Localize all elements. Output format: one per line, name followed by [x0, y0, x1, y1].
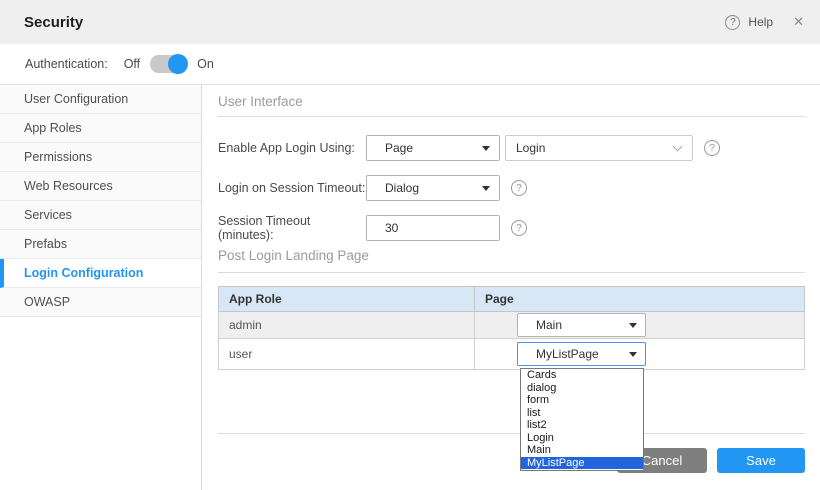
titlebar: Security ? Help ✕ — [0, 0, 820, 44]
session-timeout-minutes-input[interactable] — [366, 215, 500, 241]
authentication-bar: Authentication: Off On — [0, 44, 820, 85]
toggle-off-label: Off — [124, 57, 140, 71]
caret-down-icon — [482, 186, 490, 191]
sidebar-item-login-configuration[interactable]: Login Configuration — [0, 259, 201, 288]
session-timeout-minutes-help-icon[interactable]: ? — [511, 220, 527, 236]
authentication-label: Authentication: — [25, 57, 108, 71]
sidebar-item-services[interactable]: Services — [0, 201, 201, 230]
dropdown-option-mylistpage[interactable]: MyListPage — [521, 457, 643, 470]
footer: Cancel Save — [218, 433, 805, 473]
page-title: Security — [24, 14, 83, 31]
section-divider — [218, 272, 805, 273]
post-login-table: App Role Page admin Main — [218, 286, 805, 370]
dropdown-option-list[interactable]: list — [521, 407, 643, 420]
toggle-on-label: On — [197, 57, 214, 71]
form-row-login-using: Enable App Login Using: Page Login ? — [218, 135, 805, 161]
page-dropdown-list: Cards dialog form list list2 Login Main … — [520, 368, 644, 471]
toggle-knob — [168, 54, 188, 74]
sidebar-item-owasp[interactable]: OWASP — [0, 288, 201, 317]
sidebar-item-permissions[interactable]: Permissions — [0, 143, 201, 172]
admin-page-select[interactable]: Main — [517, 313, 646, 337]
help-link[interactable]: Help — [748, 15, 773, 29]
form-row-session-timeout-minutes: Session Timeout (minutes): ? — [218, 215, 805, 241]
user-page-select[interactable]: MyListPage — [517, 342, 646, 366]
dropdown-option-main[interactable]: Main — [521, 444, 643, 457]
table-header-row: App Role Page — [219, 287, 805, 312]
help-icon[interactable]: ? — [725, 15, 740, 30]
caret-down-icon — [629, 323, 637, 328]
form-row-session-timeout-mode: Login on Session Timeout: Dialog ? — [218, 175, 805, 201]
section-title-post-login: Post Login Landing Page — [218, 248, 805, 263]
column-header-app-role: App Role — [219, 287, 475, 312]
login-using-type-value: Page — [385, 141, 413, 155]
sidebar: User Configuration App Roles Permissions… — [0, 85, 202, 490]
user-role-cell: user — [219, 339, 475, 370]
session-timeout-mode-value: Dialog — [385, 181, 419, 195]
login-using-type-select[interactable]: Page — [366, 135, 500, 161]
dropdown-option-login[interactable]: Login — [521, 432, 643, 445]
sidebar-item-app-roles[interactable]: App Roles — [0, 114, 201, 143]
chevron-down-icon — [673, 141, 683, 151]
login-using-page-select[interactable]: Login — [505, 135, 693, 161]
session-timeout-mode-label: Login on Session Timeout: — [218, 181, 366, 195]
login-using-label: Enable App Login Using: — [218, 141, 366, 155]
dropdown-option-dialog[interactable]: dialog — [521, 382, 643, 395]
session-timeout-minutes-label: Session Timeout (minutes): — [218, 214, 366, 242]
caret-down-icon — [629, 352, 637, 357]
authentication-toggle[interactable] — [150, 55, 187, 73]
dropdown-option-list2[interactable]: list2 — [521, 419, 643, 432]
admin-page-value: Main — [536, 318, 562, 332]
user-page-value: MyListPage — [536, 347, 599, 361]
login-using-page-value: Login — [516, 141, 545, 155]
save-button[interactable]: Save — [717, 448, 805, 473]
session-timeout-mode-select[interactable]: Dialog — [366, 175, 500, 201]
login-using-help-icon[interactable]: ? — [704, 140, 720, 156]
section-divider — [218, 116, 805, 117]
main-panel: User Interface Enable App Login Using: P… — [202, 85, 820, 490]
section-title-user-interface: User Interface — [218, 94, 805, 109]
dropdown-option-form[interactable]: form — [521, 394, 643, 407]
caret-down-icon — [482, 146, 490, 151]
admin-role-cell: admin — [219, 312, 475, 339]
session-timeout-mode-help-icon[interactable]: ? — [511, 180, 527, 196]
sidebar-item-user-configuration[interactable]: User Configuration — [0, 85, 201, 114]
security-dialog: Security ? Help ✕ Authentication: Off On… — [0, 0, 820, 490]
table-row-user: user MyListPage Cards dialog f — [219, 339, 805, 370]
column-header-page: Page — [475, 287, 805, 312]
sidebar-item-web-resources[interactable]: Web Resources — [0, 172, 201, 201]
table-row-admin: admin Main — [219, 312, 805, 339]
dropdown-option-cards[interactable]: Cards — [521, 369, 643, 382]
sidebar-item-prefabs[interactable]: Prefabs — [0, 230, 201, 259]
close-icon[interactable]: ✕ — [793, 14, 804, 30]
